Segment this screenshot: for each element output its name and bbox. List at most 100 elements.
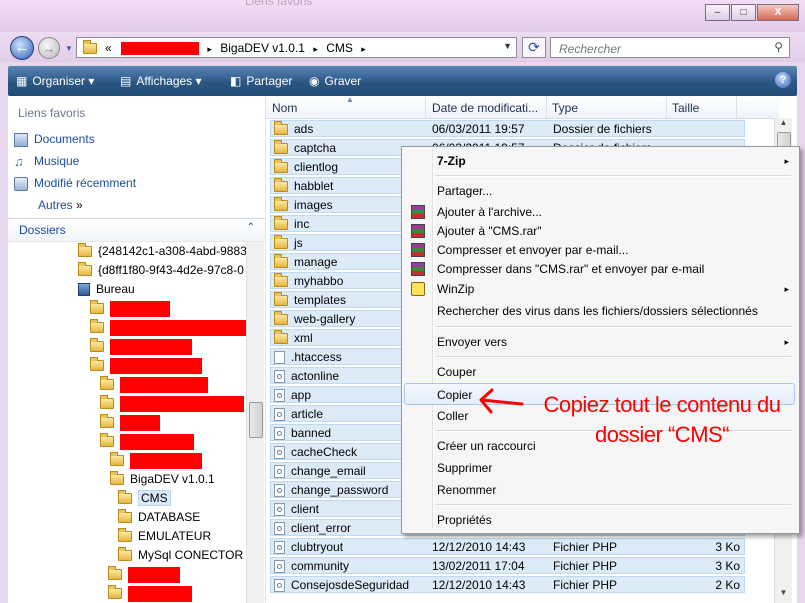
tree-item-redacted[interactable]	[108, 584, 192, 602]
tree-item-label: CMS	[138, 490, 171, 506]
menu-item-supprimer[interactable]: Supprimer	[404, 457, 795, 479]
refresh-button[interactable]: ⟳	[522, 37, 546, 58]
chevron-up-icon: ⌃	[246, 222, 255, 233]
folder-icon	[274, 178, 288, 193]
affichages-button[interactable]: ▤ Affichages ▾	[120, 74, 202, 88]
menu-item-proprietes[interactable]: Propriétés	[404, 509, 795, 531]
folders-header[interactable]: Dossiers ⌃	[8, 218, 265, 242]
menu-item-couper[interactable]: Couper	[404, 361, 795, 383]
file-name: banned	[291, 426, 332, 440]
tree-scroll-thumb[interactable]	[249, 402, 263, 438]
menu-item-scan-virus[interactable]: Rechercher des virus dans les fichiers/d…	[404, 300, 795, 322]
tree-item-redacted[interactable]	[110, 451, 202, 469]
help-icon[interactable]: ?	[775, 72, 791, 88]
tree-item-label: {248142c1-a308-4abd-9883-	[98, 244, 246, 258]
tree-item-label: DATABASE	[138, 510, 201, 524]
menu-item-renommer[interactable]: Renommer	[404, 479, 795, 501]
folders-header-label: Dossiers	[19, 223, 66, 237]
php-file-icon	[274, 389, 285, 403]
breadcrumb-separator[interactable]: ▸	[313, 44, 318, 54]
menu-item-label: Envoyer vers	[437, 335, 508, 349]
file-date: 06/03/2011 19:57	[432, 122, 525, 136]
tree-item-label: {d8ff1f80-9f43-4d2e-97c8-0	[98, 263, 244, 277]
folder-icon	[274, 254, 288, 269]
menu-item-send-to[interactable]: Envoyer vers ▸	[404, 331, 795, 353]
search-input[interactable]	[557, 39, 761, 58]
breadcrumb-bigadev[interactable]: BigaDEV v1.0.1	[220, 41, 305, 55]
tree-scrollbar[interactable]	[246, 242, 264, 603]
tree-item-redacted[interactable]	[90, 299, 170, 317]
address-bar[interactable]: « ▸ BigaDEV v1.0.1 ▸ CMS ▸ ▼	[76, 37, 517, 58]
breadcrumb-separator[interactable]: ▸	[207, 44, 212, 54]
tree-item-redacted[interactable]	[100, 394, 244, 412]
breadcrumb-cms[interactable]: CMS	[326, 41, 353, 55]
minimize-button[interactable]: –	[705, 4, 730, 21]
file-size: 2 Ko	[715, 578, 740, 592]
breadcrumb-separator[interactable]: ▸	[361, 44, 366, 54]
tree-item-cms[interactable]: CMS	[118, 489, 171, 507]
tree-item-emulateur[interactable]: EMULATEUR	[118, 527, 211, 545]
favorite-more[interactable]: Autres »	[38, 198, 83, 212]
organiser-button[interactable]: ▦ Organiser ▾	[16, 74, 94, 88]
breadcrumb-overflow[interactable]: «	[105, 41, 112, 55]
file-row[interactable]: ads 06/03/2011 19:57 Dossier de fichiers	[270, 120, 745, 137]
file-row[interactable]: clubtryout 12/12/2010 14:43 Fichier PHP 3 K…	[270, 538, 745, 555]
scroll-up-arrow-icon[interactable]: ▲	[775, 118, 792, 127]
favorite-musique[interactable]: ♫ Musique	[14, 154, 79, 169]
file-name: ads	[294, 122, 314, 136]
burn-disc-icon: ◉	[309, 74, 320, 88]
graver-button[interactable]: ◉ Graver	[309, 74, 361, 88]
folder-icon	[274, 216, 288, 231]
tree-item-redacted[interactable]	[100, 413, 160, 431]
tree-item-redacted[interactable]	[90, 356, 202, 374]
address-dropdown-icon[interactable]: ▼	[503, 41, 512, 51]
tree-item-bigadev[interactable]: BigaDEV v1.0.1	[110, 470, 215, 488]
column-name[interactable]: Nom	[272, 101, 297, 115]
menu-item-label: Coller	[437, 409, 469, 423]
file-name: myhabbo	[294, 274, 344, 288]
tree-item-redacted[interactable]	[100, 375, 208, 393]
close-button[interactable]: X	[757, 4, 799, 21]
tree-item-database[interactable]: DATABASE	[118, 508, 200, 526]
submenu-arrow-icon: ▸	[784, 284, 789, 294]
scroll-down-arrow-icon[interactable]: ▼	[775, 588, 792, 597]
menu-item-label: Renommer	[437, 483, 497, 497]
partager-label: Partager	[246, 74, 293, 88]
folder-icon	[274, 330, 288, 345]
tree-item[interactable]: {d8ff1f80-9f43-4d2e-97c8-0	[78, 261, 244, 279]
column-size[interactable]: Taille	[672, 101, 699, 115]
redacted-label	[130, 452, 202, 469]
forward-button[interactable]: →	[38, 37, 60, 59]
column-date[interactable]: Date de modificati...	[432, 101, 538, 115]
column-type[interactable]: Type	[552, 101, 578, 115]
file-name: change_password	[291, 483, 389, 497]
menu-item-winzip[interactable]: WinZip ▸	[404, 278, 795, 300]
menu-item-label: Créer un raccourci	[437, 439, 536, 453]
redacted-label	[110, 300, 170, 317]
favorite-recent[interactable]: Modifié récemment	[14, 176, 136, 191]
tree-item[interactable]: {248142c1-a308-4abd-9883-	[78, 242, 246, 260]
favorite-documents[interactable]: Documents	[14, 132, 95, 147]
views-icon: ▤	[120, 74, 132, 88]
file-row[interactable]: ConsejosdeSeguridad 12/12/2010 14:43 Fichi…	[270, 576, 745, 593]
file-size: 3 Ko	[715, 540, 740, 554]
tree-item-redacted[interactable]	[90, 337, 192, 355]
tree-item-redacted[interactable]	[108, 565, 180, 583]
php-file-icon	[274, 427, 285, 441]
file-row[interactable]: community 13/02/2011 17:04 Fichier PHP 3 Ko	[270, 557, 745, 574]
menu-item-label: Propriétés	[437, 513, 492, 527]
menu-item-compress-cms-email[interactable]: Compresser dans "CMS.rar" et envoyer par…	[404, 258, 795, 280]
tree-item-redacted[interactable]	[100, 432, 194, 450]
tree-item-bureau[interactable]: Bureau	[78, 280, 135, 298]
maximize-button[interactable]: □	[731, 4, 756, 21]
back-button[interactable]: ←	[10, 36, 34, 60]
php-file-icon	[274, 503, 285, 517]
menu-item-7zip[interactable]: 7-Zip ▸	[404, 150, 795, 172]
tree-item-redacted[interactable]	[90, 318, 246, 336]
tree-item-mysql[interactable]: MySql CONECTOR	[118, 546, 243, 564]
search-icon[interactable]: ⚲	[774, 40, 783, 54]
menu-item-partager[interactable]: Partager...	[404, 180, 795, 202]
refresh-icon: ⟳	[528, 39, 540, 55]
recent-pages-dropdown[interactable]: ▼	[65, 44, 73, 53]
partager-button[interactable]: ◧ Partager	[230, 74, 292, 88]
